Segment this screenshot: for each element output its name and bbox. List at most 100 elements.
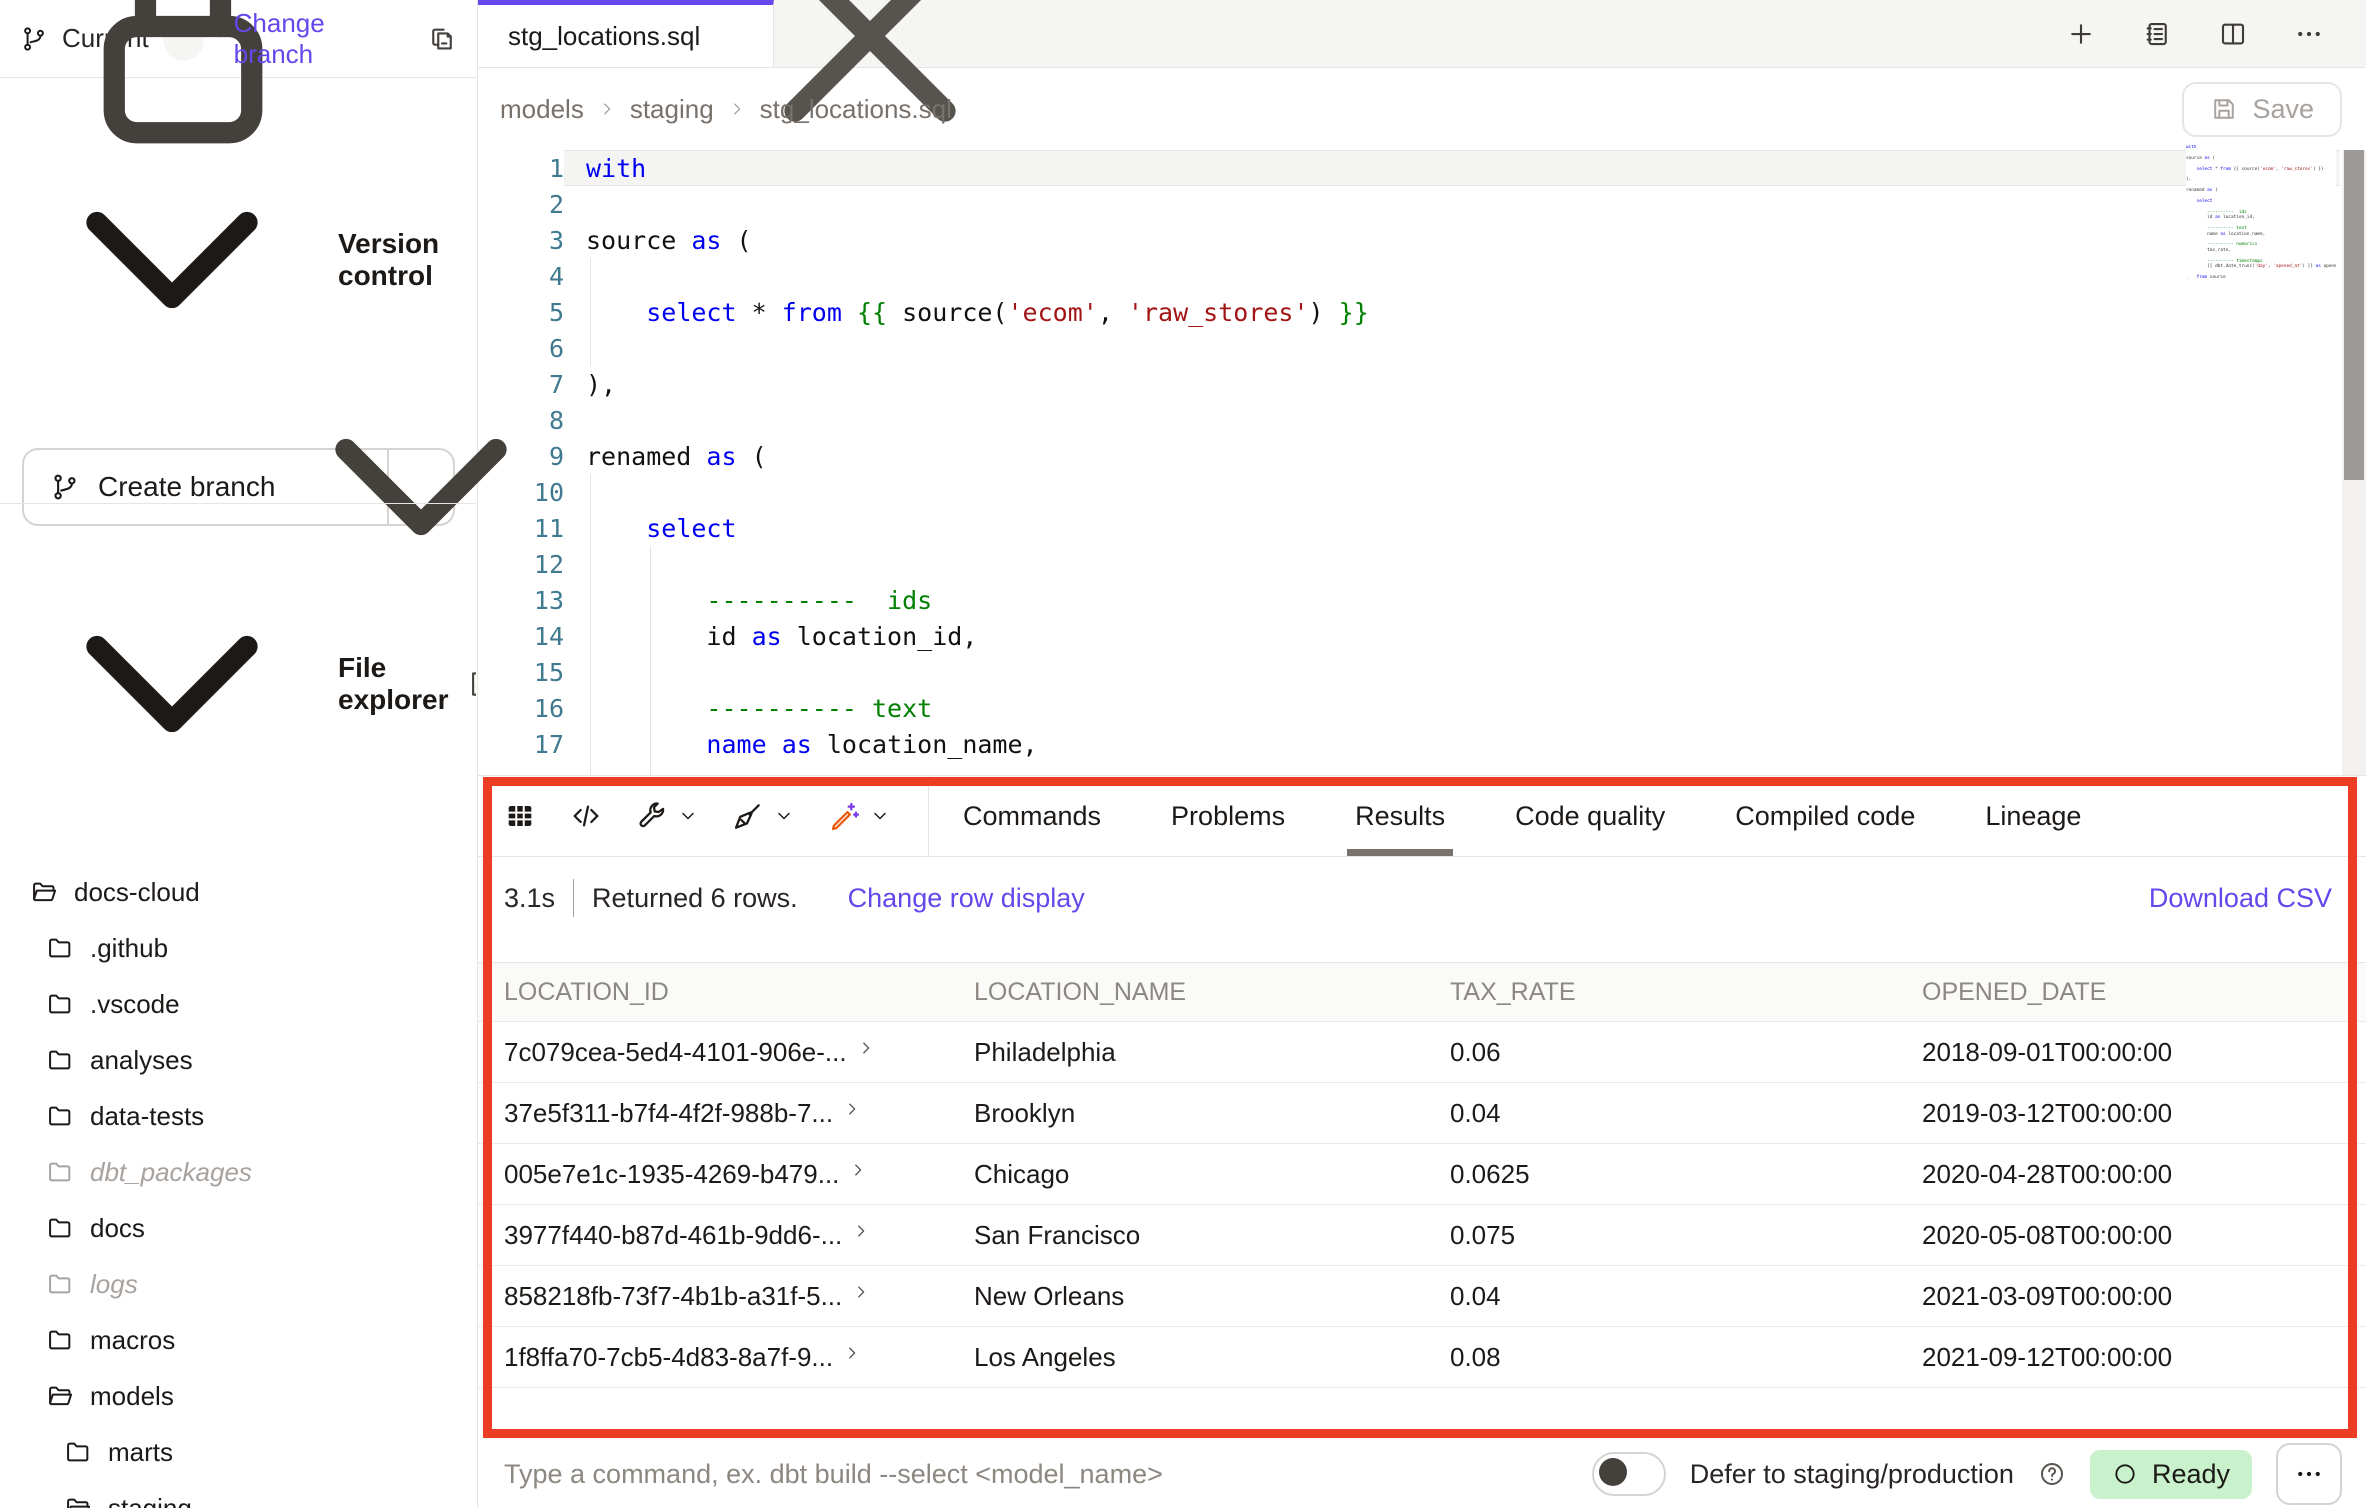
code-line-17[interactable]: 17 name as location_name, bbox=[478, 726, 2340, 762]
breadcrumb-segment[interactable]: models bbox=[500, 94, 584, 125]
new-tab-icon[interactable] bbox=[2066, 19, 2096, 49]
table-row[interactable]: 3977f440-b87d-461b-9dd6-...San Francisco… bbox=[478, 1205, 2366, 1266]
expand-row-icon[interactable] bbox=[843, 1344, 861, 1362]
line-number: 1 bbox=[478, 154, 564, 183]
save-icon bbox=[2210, 95, 2238, 123]
tree-item--vscode[interactable]: .vscode bbox=[0, 976, 476, 1032]
code-line-14[interactable]: 14 id as location_id, bbox=[478, 618, 2340, 654]
column-header-opened_date[interactable]: OPENED_DATE bbox=[1896, 978, 2366, 1007]
code-text: id as location_id, bbox=[564, 618, 2340, 654]
change-branch-link[interactable]: Change branch bbox=[234, 8, 399, 70]
table-view-icon[interactable] bbox=[504, 800, 536, 832]
code-line-1[interactable]: 1with bbox=[478, 150, 2340, 186]
code-line-6[interactable]: 6 bbox=[478, 330, 2340, 366]
minimap[interactable]: with source as ( select * from {{ source… bbox=[2186, 145, 2336, 280]
help-icon[interactable] bbox=[2038, 1460, 2066, 1488]
chevron-down-icon[interactable] bbox=[870, 806, 890, 826]
defer-label: Defer to staging/production bbox=[1690, 1459, 2014, 1490]
scrollbar-thumb[interactable] bbox=[2344, 150, 2364, 480]
code-line-13[interactable]: 13 ---------- ids bbox=[478, 582, 2340, 618]
new-file-icon[interactable] bbox=[465, 669, 477, 699]
tree-item-label: docs bbox=[90, 1213, 145, 1244]
table-row[interactable]: 1f8ffa70-7cb5-4d83-8a7f-9...Los Angeles0… bbox=[478, 1327, 2366, 1388]
editor-scrollbar[interactable] bbox=[2342, 150, 2366, 775]
folder-icon bbox=[46, 1046, 74, 1074]
table-row[interactable]: 37e5f311-b7f4-4f2f-988b-7...Brooklyn0.04… bbox=[478, 1083, 2366, 1144]
chevron-down-icon[interactable] bbox=[678, 806, 698, 826]
chevron-down-icon[interactable] bbox=[774, 806, 794, 826]
more-options-icon[interactable] bbox=[2294, 19, 2324, 49]
tree-item-logs[interactable]: logs bbox=[0, 1256, 476, 1312]
branch-bar: Current Change branch bbox=[0, 0, 477, 78]
command-bar-right: Defer to staging/production Ready bbox=[1592, 1443, 2342, 1505]
defer-toggle[interactable] bbox=[1592, 1452, 1666, 1496]
table-row[interactable]: 005e7e1c-1935-4269-b479...Chicago0.06252… bbox=[478, 1144, 2366, 1205]
command-bar: Type a command, ex. dbt build --select <… bbox=[478, 1440, 2366, 1508]
tree-item-macros[interactable]: macros bbox=[0, 1312, 476, 1368]
table-row[interactable]: 7c079cea-5ed4-4101-906e-...Philadelphia0… bbox=[478, 1022, 2366, 1083]
tree-item-analyses[interactable]: analyses bbox=[0, 1032, 476, 1088]
code-line-3[interactable]: 3source as ( bbox=[478, 222, 2340, 258]
tree-item-data-tests[interactable]: data-tests bbox=[0, 1088, 476, 1144]
table-cell: 2018-09-01T00:00:00 bbox=[1896, 1037, 2366, 1068]
expand-row-icon[interactable] bbox=[843, 1100, 861, 1118]
tree-item-docs-cloud[interactable]: docs-cloud bbox=[0, 864, 476, 920]
panel-tab-compiled-code[interactable]: Compiled code bbox=[1735, 776, 1915, 856]
status-badge[interactable]: Ready bbox=[2090, 1450, 2252, 1499]
ai-assist-icon[interactable] bbox=[828, 800, 860, 832]
changelog-icon[interactable] bbox=[2142, 19, 2172, 49]
tree-item-label: models bbox=[90, 1381, 174, 1412]
change-row-display-link[interactable]: Change row display bbox=[848, 883, 1085, 914]
table-row[interactable]: 858218fb-73f7-4b1b-a31f-5...New Orleans0… bbox=[478, 1266, 2366, 1327]
breadcrumb-segment[interactable]: stg_locations.sql bbox=[760, 94, 952, 125]
tree-item-label: dbt_packages bbox=[90, 1157, 252, 1188]
build-tools-icon[interactable] bbox=[636, 800, 668, 832]
code-line-8[interactable]: 8 bbox=[478, 402, 2340, 438]
save-button[interactable]: Save bbox=[2182, 82, 2342, 137]
code-line-11[interactable]: 11 select bbox=[478, 510, 2340, 546]
code-view-icon[interactable] bbox=[570, 800, 602, 832]
code-line-9[interactable]: 9renamed as ( bbox=[478, 438, 2340, 474]
tree-item-staging[interactable]: staging bbox=[0, 1480, 476, 1508]
expand-row-icon[interactable] bbox=[857, 1039, 875, 1057]
code-line-12[interactable]: 12 bbox=[478, 546, 2340, 582]
more-actions-button[interactable] bbox=[2276, 1443, 2342, 1505]
copy-branch-icon[interactable] bbox=[427, 24, 457, 54]
panel-tab-problems[interactable]: Problems bbox=[1171, 776, 1285, 856]
code-line-16[interactable]: 16 ---------- text bbox=[478, 690, 2340, 726]
code-line-4[interactable]: 4 bbox=[478, 258, 2340, 294]
column-header-location_name[interactable]: LOCATION_NAME bbox=[948, 978, 1424, 1007]
breadcrumb-segment[interactable]: staging bbox=[630, 94, 714, 125]
code-text: source as ( bbox=[564, 222, 2340, 258]
column-header-tax_rate[interactable]: TAX_RATE bbox=[1424, 978, 1896, 1007]
tree-item-marts[interactable]: marts bbox=[0, 1424, 476, 1480]
code-line-2[interactable]: 2 bbox=[478, 186, 2340, 222]
file-explorer-header[interactable]: File explorer bbox=[0, 534, 476, 834]
expand-row-icon[interactable] bbox=[852, 1283, 870, 1301]
expand-row-icon[interactable] bbox=[852, 1222, 870, 1240]
code-line-7[interactable]: 7), bbox=[478, 366, 2340, 402]
code-line-5[interactable]: 5 select * from {{ source('ecom', 'raw_s… bbox=[478, 294, 2340, 330]
returned-rows-text: Returned 6 rows. bbox=[592, 883, 798, 914]
column-header-location_id[interactable]: LOCATION_ID bbox=[478, 978, 948, 1007]
code-line-15[interactable]: 15 bbox=[478, 654, 2340, 690]
panel-tab-results[interactable]: Results bbox=[1355, 776, 1445, 856]
table-cell: 858218fb-73f7-4b1b-a31f-5... bbox=[478, 1281, 948, 1312]
line-number: 4 bbox=[478, 262, 564, 291]
tree-item-docs[interactable]: docs bbox=[0, 1200, 476, 1256]
panel-tab-lineage[interactable]: Lineage bbox=[1985, 776, 2081, 856]
tree-item--github[interactable]: .github bbox=[0, 920, 476, 976]
split-editor-icon[interactable] bbox=[2218, 19, 2248, 49]
code-line-10[interactable]: 10 bbox=[478, 474, 2340, 510]
expand-row-icon[interactable] bbox=[849, 1161, 867, 1179]
tab-stg-locations-sql[interactable]: stg_locations.sql bbox=[478, 0, 774, 67]
format-code-icon[interactable] bbox=[732, 800, 764, 832]
download-csv-link[interactable]: Download CSV bbox=[2149, 883, 2332, 914]
panel-tab-code-quality[interactable]: Code quality bbox=[1515, 776, 1665, 856]
sidebar: Current Change branch Version control Cr… bbox=[0, 0, 478, 1508]
code-editor[interactable]: 1with23source as ( 4 5 select * from {{ so… bbox=[478, 150, 2340, 775]
tree-item-models[interactable]: models bbox=[0, 1368, 476, 1424]
tree-item-dbt-packages[interactable]: dbt_packages bbox=[0, 1144, 476, 1200]
panel-tab-commands[interactable]: Commands bbox=[963, 776, 1101, 856]
command-input[interactable]: Type a command, ex. dbt build --select <… bbox=[504, 1459, 1163, 1490]
